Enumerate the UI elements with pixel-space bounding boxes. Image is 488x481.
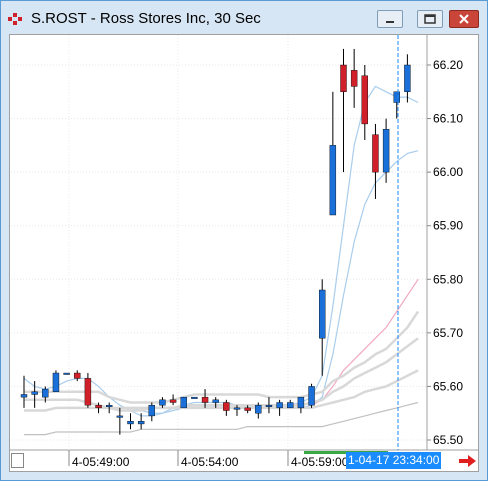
candle-body xyxy=(372,134,379,173)
y-tick-label: 66.00 xyxy=(433,165,463,179)
candle-body xyxy=(169,399,177,403)
y-tick-label: 65.60 xyxy=(433,379,463,393)
indicator-line xyxy=(24,337,419,412)
candle-body xyxy=(244,407,251,411)
candle-body xyxy=(201,396,209,403)
y-tick-label: 66.10 xyxy=(433,112,463,126)
x-tick-label: 4-05:59:00 xyxy=(291,455,349,469)
y-tick-label: 65.50 xyxy=(433,433,463,447)
candle-body xyxy=(31,391,38,395)
candle-body xyxy=(116,415,124,418)
candle-body xyxy=(223,402,230,411)
cursor-time-label: 1-04-17 23:34:00 xyxy=(346,452,442,469)
candle-body xyxy=(42,388,49,398)
candle-body xyxy=(84,378,92,406)
candle-body xyxy=(361,75,368,125)
y-tick-label: 65.80 xyxy=(433,272,463,286)
chart-corner-box[interactable] xyxy=(11,453,24,468)
y-tick-label: 65.70 xyxy=(433,326,463,340)
candle-body xyxy=(308,386,315,406)
candle-body xyxy=(159,399,166,406)
candle-body xyxy=(95,404,102,409)
y-tick-label: 66.20 xyxy=(433,58,463,72)
red-arrow-right-icon[interactable] xyxy=(458,454,478,468)
candle-body xyxy=(382,129,390,173)
candle-body xyxy=(52,372,60,392)
candle-body xyxy=(127,421,134,425)
candle-body xyxy=(233,407,241,410)
candlestick-chart[interactable]: 66.20 66.10 66.00 65.90 65.80 65.70 65.60 65.50 xyxy=(0,0,488,481)
candle-body xyxy=(63,372,70,375)
candle-body xyxy=(297,396,305,409)
candle-body xyxy=(265,404,273,407)
candle-body xyxy=(287,402,294,409)
candle-body xyxy=(191,396,198,399)
candle-body xyxy=(212,399,219,403)
candle-body xyxy=(319,289,326,339)
candle-body xyxy=(350,70,358,87)
candle-body xyxy=(340,64,347,92)
candle-body xyxy=(393,91,400,103)
candle-body xyxy=(180,396,187,409)
candle-body xyxy=(329,145,337,216)
candle-body xyxy=(276,402,283,409)
candle-body xyxy=(137,421,145,425)
x-tick-label: 4-05:54:00 xyxy=(181,455,239,469)
candle-body xyxy=(105,404,113,407)
candle-body xyxy=(74,372,81,379)
candle-body xyxy=(404,64,411,92)
candle-body xyxy=(255,404,262,414)
candle-body xyxy=(20,394,28,398)
candle-body xyxy=(148,404,156,417)
x-tick-label: 4-05:49:00 xyxy=(72,455,130,469)
y-tick-label: 65.90 xyxy=(433,219,463,233)
indicator-line xyxy=(24,310,420,404)
